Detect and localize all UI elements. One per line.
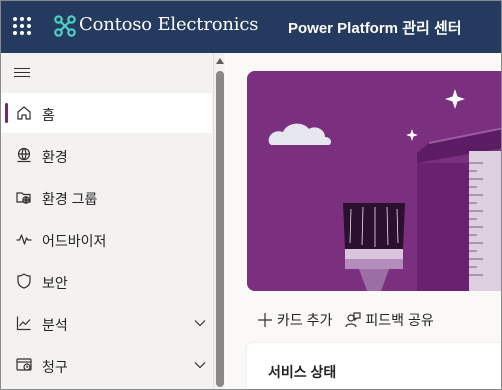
billing-icon [15,356,33,374]
nav-label-environment-groups: 환경 그룹 [42,191,98,207]
command-bar: 카드 추가 피드백 공유 [256,308,446,332]
home-icon [15,104,33,122]
nav-item-analytics[interactable]: 분석 [1,303,212,343]
chart-icon [15,314,33,332]
nav-scrollbar[interactable] [213,53,225,389]
share-feedback-label: 피드백 공유 [365,312,434,328]
chevron-down-icon[interactable] [193,358,207,372]
feedback-person-icon [344,311,362,329]
top-header: Contoso Electronics Power Platform 관리 센터 [1,1,501,53]
globe-icon [15,146,33,164]
scroll-up-arrow-icon[interactable] [216,58,224,64]
chevron-down-icon[interactable] [193,316,207,330]
service-health-card: 서비스 상태 [247,343,501,389]
hamburger-icon[interactable] [14,68,30,78]
add-card-button[interactable]: 카드 추가 [256,310,332,330]
nav-item-security[interactable]: 보안 [1,261,212,301]
nav-label-environments: 환경 [42,149,68,165]
product-title: Power Platform 관리 센터 [288,20,462,37]
hero-illustration [247,71,501,291]
nav-item-home[interactable]: 홈 [1,93,212,133]
selected-indicator [5,103,8,123]
plus-icon [256,311,274,329]
left-nav: 홈 환경 환경 그룹 어드바이저 보안 분석 청구 [1,53,213,389]
nav-item-advisor[interactable]: 어드바이저 [1,219,212,259]
add-card-label: 카드 추가 [277,312,333,328]
shield-icon [15,272,33,290]
app-window: Contoso Electronics Power Platform 관리 센터… [0,0,502,390]
contoso-logo-icon [53,14,77,38]
scroll-thumb[interactable] [216,71,224,387]
nav-label-home: 홈 [42,107,55,123]
nav-label-analytics: 분석 [42,317,68,333]
nav-label-advisor: 어드바이저 [42,233,107,249]
nav-label-billing: 청구 [42,359,68,375]
nav-label-security: 보안 [42,275,68,291]
hero-banner [247,71,501,291]
brand-name[interactable]: Contoso Electronics [79,14,258,35]
nav-item-environment-groups[interactable]: 환경 그룹 [1,177,212,217]
folder-globe-icon [15,188,33,206]
share-feedback-button[interactable]: 피드백 공유 [344,310,434,330]
main-content: 카드 추가 피드백 공유 서비스 상태 [226,53,501,389]
nav-item-environments[interactable]: 환경 [1,135,212,175]
waffle-icon[interactable] [13,17,31,35]
card-title: 서비스 상태 [268,364,337,380]
nav-item-billing[interactable]: 청구 [1,345,212,385]
pulse-icon [15,230,33,248]
